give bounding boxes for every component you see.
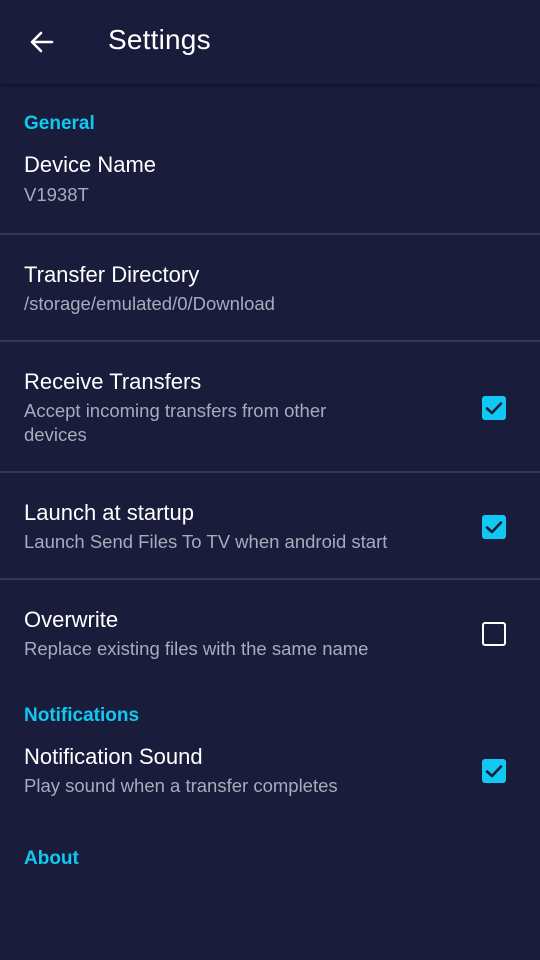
setting-receive-transfers[interactable]: Receive Transfers Accept incoming transf… xyxy=(0,342,540,471)
setting-title: Transfer Directory xyxy=(24,262,200,287)
overwrite-checkbox[interactable] xyxy=(482,622,506,646)
notification-sound-checkbox[interactable] xyxy=(482,759,506,783)
setting-summary: Play sound when a transfer completes xyxy=(24,775,338,796)
section-header-general: General xyxy=(24,113,95,134)
setting-device-name[interactable]: Device Name V1938T xyxy=(0,139,540,233)
setting-title: Device Name xyxy=(24,152,157,177)
setting-notification-sound[interactable]: Notification Sound Play sound when a tra… xyxy=(0,731,540,818)
section-header-about: About xyxy=(24,848,79,869)
setting-value: V1938T xyxy=(24,184,89,205)
setting-title: Launch at startup xyxy=(24,500,195,525)
settings-list: General Device Name V1938T Transfer Dire… xyxy=(0,84,540,874)
setting-transfer-directory[interactable]: Transfer Directory /storage/emulated/0/D… xyxy=(0,235,540,340)
receive-transfers-checkbox[interactable] xyxy=(482,396,506,420)
app-bar: Settings xyxy=(0,0,540,84)
checkmark-icon xyxy=(485,402,503,415)
setting-title: Receive Transfers xyxy=(24,369,202,394)
setting-overwrite[interactable]: Overwrite Replace existing files with th… xyxy=(0,580,540,681)
arrow-left-icon xyxy=(30,31,54,53)
launch-at-startup-checkbox[interactable] xyxy=(482,515,506,539)
setting-title: Overwrite xyxy=(24,607,119,632)
setting-value: /storage/emulated/0/Download xyxy=(24,293,275,314)
setting-launch-at-startup[interactable]: Launch at startup Launch Send Files To T… xyxy=(0,473,540,578)
checkmark-icon xyxy=(485,521,503,534)
back-button[interactable] xyxy=(22,22,62,62)
checkmark-icon xyxy=(485,765,503,778)
section-header-notifications: Notifications xyxy=(24,705,140,726)
setting-summary: Launch Send Files To TV when android sta… xyxy=(24,531,388,552)
setting-summary: Replace existing files with the same nam… xyxy=(24,638,369,659)
page-title: Settings xyxy=(108,24,211,55)
setting-summary: Accept incoming transfers from other dev… xyxy=(24,400,327,445)
setting-title: Notification Sound xyxy=(24,744,203,769)
